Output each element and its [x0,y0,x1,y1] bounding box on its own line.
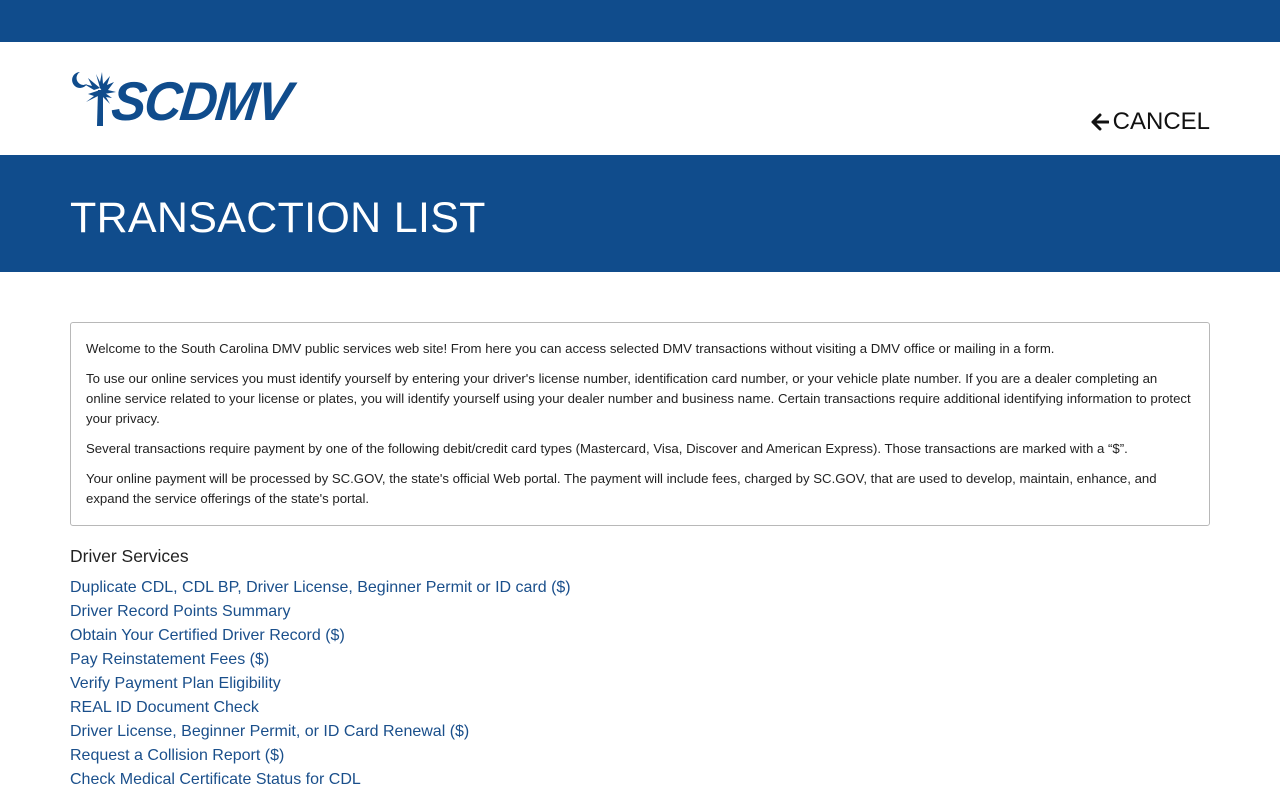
cancel-button[interactable]: CANCEL [1091,108,1210,136]
scdmv-logo[interactable]: SCDMV [70,70,293,133]
link-license-renewal[interactable]: Driver License, Beginner Permit, or ID C… [70,723,469,740]
link-certified-record[interactable]: Obtain Your Certified Driver Record ($) [70,627,345,644]
info-panel: Welcome to the South Carolina DMV public… [70,322,1210,526]
link-payment-plan[interactable]: Verify Payment Plan Eligibility [70,675,281,692]
main-content: Welcome to the South Carolina DMV public… [0,272,1280,792]
info-identify-text: To use our online services you must iden… [86,371,1191,426]
arrow-left-icon [1091,113,1109,131]
info-welcome-text: Welcome to the South Carolina DMV public… [86,341,1055,356]
link-collision-report[interactable]: Request a Collision Report ($) [70,747,284,764]
info-payment-text: Several transactions require payment by … [86,441,1128,456]
list-item: Driver License, Beginner Permit, or ID C… [70,720,1210,744]
list-item: Verify Payment Plan Eligibility [70,672,1210,696]
link-reinstatement-fees[interactable]: Pay Reinstatement Fees ($) [70,651,269,668]
section-heading-driver-services: Driver Services [70,546,189,566]
link-real-id-check[interactable]: REAL ID Document Check [70,699,259,716]
link-medical-certificate[interactable]: Check Medical Certificate Status for CDL [70,771,361,788]
list-item: Driver Record Points Summary [70,600,1210,624]
link-duplicate-license[interactable]: Duplicate CDL, CDL BP, Driver License, B… [70,579,571,596]
top-bar [0,0,1280,42]
list-item: REAL ID Document Check [70,696,1210,720]
list-item: Check Medical Certificate Status for CDL [70,768,1210,792]
list-item: Request a Collision Report ($) [70,744,1210,768]
list-item: Obtain Your Certified Driver Record ($) [70,624,1210,648]
title-band: TRANSACTION LIST [0,155,1280,272]
list-item: Duplicate CDL, CDL BP, Driver License, B… [70,576,1210,600]
site-header: SCDMV CANCEL [0,42,1280,155]
info-portal-text: Your online payment will be processed by… [86,471,1157,506]
link-points-summary[interactable]: Driver Record Points Summary [70,603,291,620]
logo-text: SCDMV [108,71,293,133]
driver-services-list: Duplicate CDL, CDL BP, Driver License, B… [70,576,1210,792]
list-item: Pay Reinstatement Fees ($) [70,648,1210,672]
page-title: TRANSACTION LIST [70,194,486,242]
cancel-label: CANCEL [1112,108,1210,135]
